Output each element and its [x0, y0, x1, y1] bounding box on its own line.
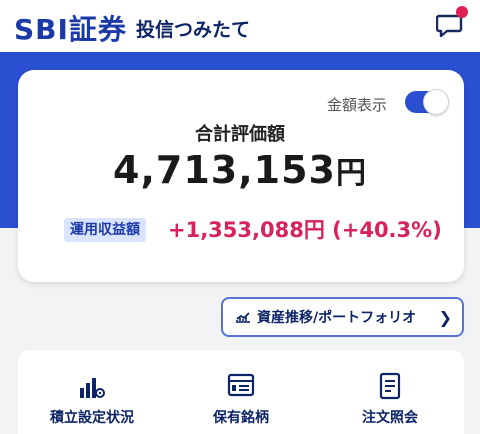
- trend-chart-icon: [236, 312, 250, 323]
- order-document-icon: [379, 372, 401, 400]
- menu-card: 積立設定状況 保有銘柄 注文照会: [18, 350, 464, 434]
- total-valuation-amount: 4,713,153円: [0, 148, 480, 192]
- menu-label-holdings: 保有銘柄: [213, 410, 269, 426]
- menu-item-order-inquiry[interactable]: 注文照会: [316, 350, 464, 434]
- total-valuation-label: 合計評価額: [195, 124, 285, 145]
- portfolio-button[interactable]: 資産推移/ポートフォリオ ❯: [221, 297, 464, 337]
- amount-display-label: 金額表示: [327, 96, 388, 114]
- portfolio-button-label: 資産推移/ポートフォリオ: [257, 310, 417, 326]
- chevron-right-icon: ❯: [438, 308, 452, 327]
- amount-display-toggle[interactable]: [405, 89, 449, 115]
- toggle-knob: [423, 89, 449, 115]
- brand-logo: SBI証券: [14, 13, 127, 46]
- service-name: 投信つみたて: [136, 19, 251, 41]
- menu-label-order-inquiry: 注文照会: [362, 410, 418, 426]
- menu-label-reserve-settings: 積立設定状況: [50, 410, 134, 426]
- holdings-list-icon: [227, 373, 255, 397]
- app-header: SBI証券 投信つみたて: [0, 0, 480, 52]
- menu-item-reserve-settings[interactable]: 積立設定状況: [18, 350, 166, 434]
- total-amount-number: 4,713,153: [113, 148, 336, 192]
- menu-item-holdings[interactable]: 保有銘柄: [167, 350, 315, 434]
- notification-badge: [456, 6, 468, 18]
- currency-unit: 円: [335, 156, 367, 191]
- bar-chart-gear-icon: [80, 378, 105, 398]
- gain-label-badge: 運用収益額: [64, 218, 146, 242]
- gain-value: +1,353,088円 (+40.3%): [168, 218, 442, 242]
